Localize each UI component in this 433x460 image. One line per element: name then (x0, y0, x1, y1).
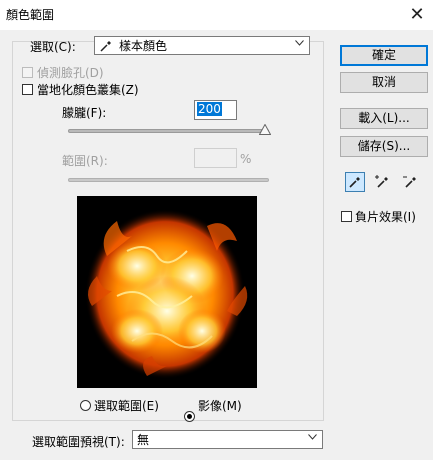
select-dropdown[interactable]: 樣本顏色 (94, 36, 310, 55)
preview-select-value: 無 (137, 433, 150, 447)
eyedropper-icon[interactable] (345, 172, 365, 192)
localized-clusters-label: 當地化顏色叢集(Z) (37, 83, 139, 97)
fuzziness-slider-track[interactable] (68, 129, 269, 133)
range-input[interactable] (194, 148, 237, 168)
title-bar (0, 0, 433, 30)
detect-faces-label: 偵測臉孔(D) (37, 66, 104, 80)
preview-select-label: 選取範圍預視(T): (32, 435, 125, 449)
cancel-button[interactable]: 取消 (340, 72, 428, 93)
dialog-title: 顏色範圍 (6, 8, 55, 22)
range-unit: % (240, 152, 252, 166)
eyedropper-icon (99, 39, 113, 53)
close-icon[interactable]: ✕ (402, 1, 432, 29)
radio-image-label: 影像(M) (198, 399, 242, 413)
invert-checkbox[interactable] (341, 211, 352, 222)
radio-image[interactable] (184, 411, 195, 422)
fuzziness-value: 200 (197, 102, 222, 116)
radio-selection-label: 選取範圍(E) (94, 399, 159, 413)
radio-selection[interactable] (80, 400, 91, 411)
select-label: 選取(C): (30, 40, 76, 54)
preview-select-dropdown[interactable]: 無 (132, 430, 323, 449)
load-button[interactable]: 載入(L)... (340, 108, 428, 129)
ok-button[interactable]: 確定 (340, 45, 428, 66)
fuzziness-label: 朦朧(F): (62, 106, 107, 120)
range-slider-track (68, 178, 269, 182)
preview-image (77, 196, 257, 388)
chevron-down-icon (295, 40, 304, 48)
save-button[interactable]: 儲存(S)... (340, 136, 428, 157)
range-label: 範圍(R): (62, 154, 108, 168)
eyedropper-plus-icon[interactable] (372, 172, 392, 192)
localized-clusters-checkbox[interactable] (22, 84, 33, 95)
eyedropper-minus-icon[interactable] (400, 172, 420, 192)
fuzziness-slider-thumb[interactable] (258, 123, 272, 138)
detect-faces-checkbox[interactable] (22, 67, 33, 78)
invert-label: 負片效果(I) (355, 210, 416, 224)
fuzziness-input[interactable]: 200 (194, 100, 237, 120)
chevron-down-icon (308, 434, 317, 442)
select-value: 樣本顏色 (119, 39, 168, 53)
